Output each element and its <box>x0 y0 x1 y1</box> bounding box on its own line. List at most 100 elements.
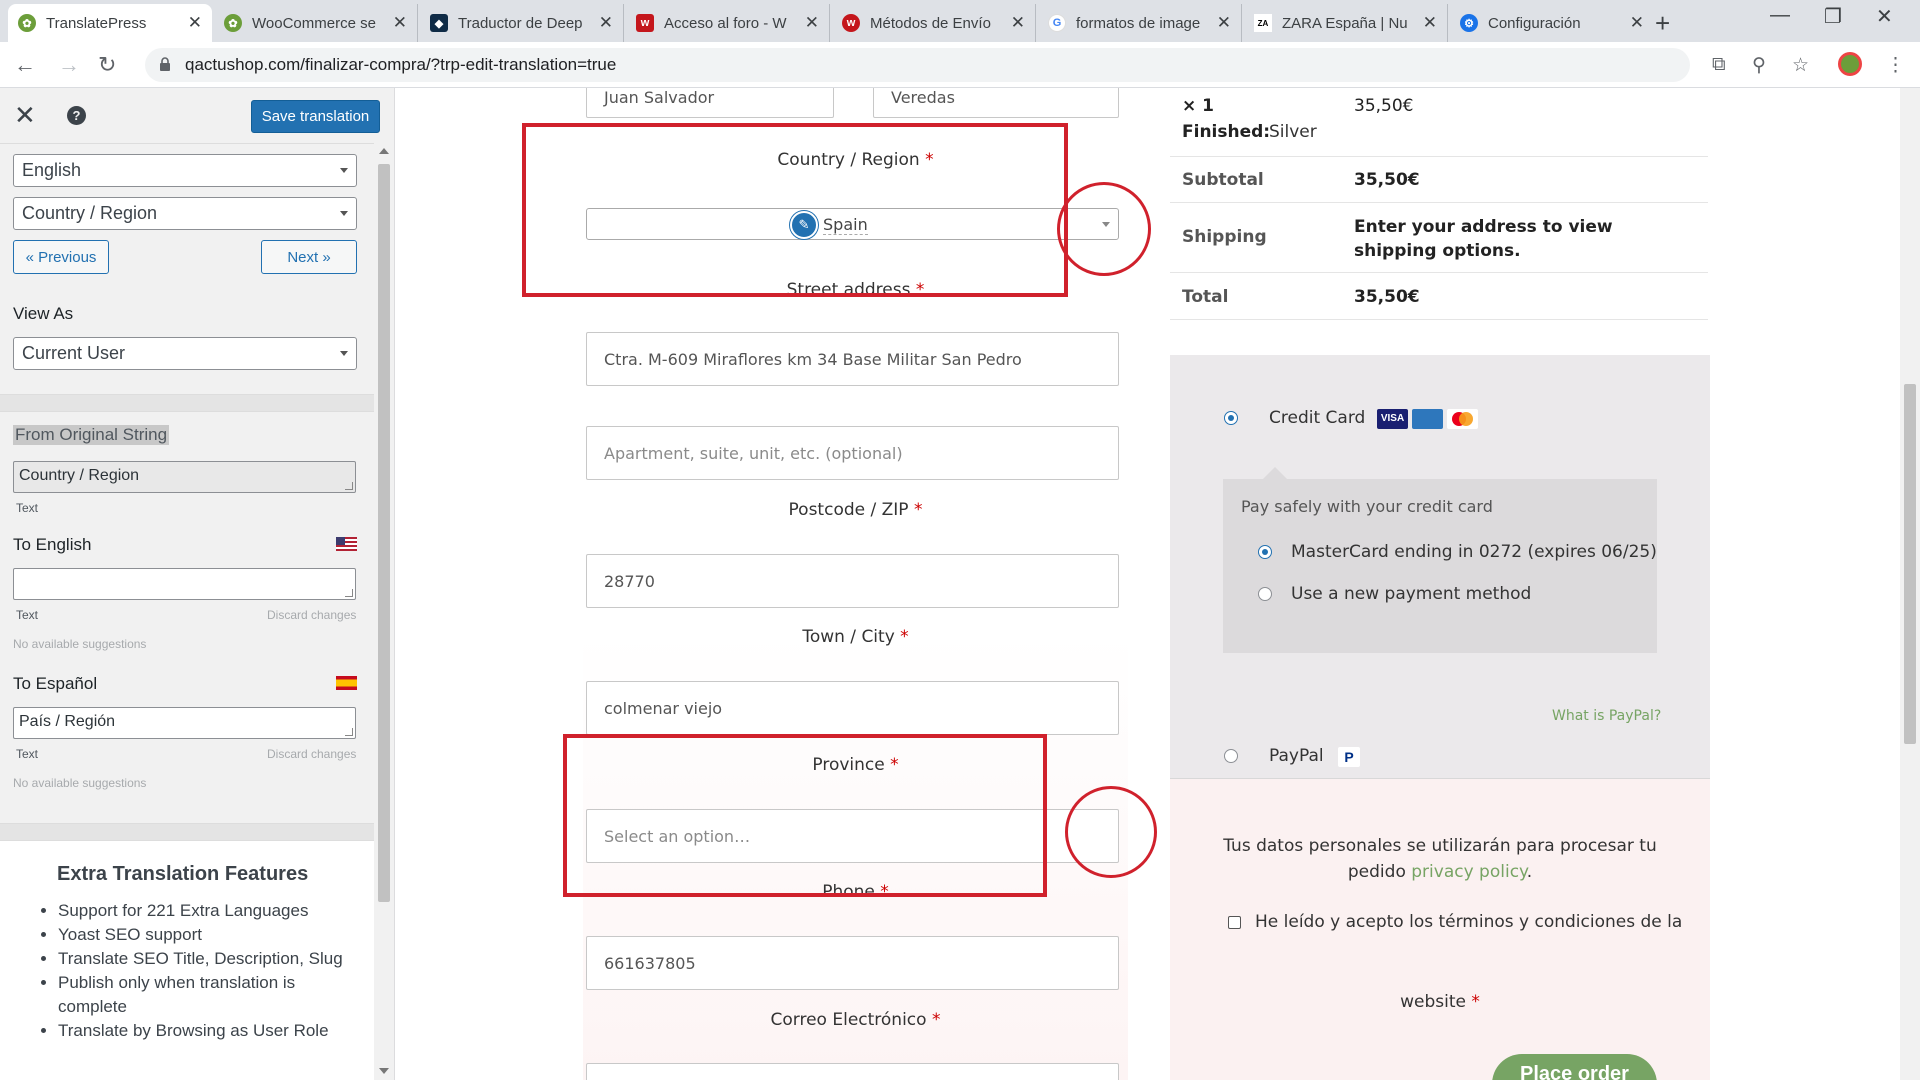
chevron-down-icon <box>340 211 348 216</box>
highlight-circle-country <box>1057 182 1151 276</box>
privacy-text: Tus datos personales se utilizarán para … <box>1223 836 1657 882</box>
terms-text: He leído y acepto los términos y condici… <box>1255 912 1683 932</box>
order-summary: × 1 Finished: Silver 35,50€ Subtotal 35,… <box>1170 88 1708 320</box>
w-icon: w <box>842 14 860 32</box>
tab-title: TranslatePress <box>46 14 147 32</box>
postcode-label-text: Postcode / ZIP <box>788 500 909 520</box>
close-icon[interactable]: ✕ <box>1630 13 1644 33</box>
scroll-up-icon[interactable] <box>379 148 389 154</box>
street-address-input[interactable]: Ctra. M-609 Miraflores km 34 Base Milita… <box>586 332 1119 386</box>
sidebar-scroll-thumb[interactable] <box>378 164 390 902</box>
close-icon[interactable]: ✕ <box>805 13 819 33</box>
pay-safely-text: Pay safely with your credit card <box>1241 497 1493 516</box>
tab-deepl[interactable]: ◆ Traductor de Deep ✕ <box>420 4 624 42</box>
zara-icon: ZA <box>1254 14 1272 32</box>
first-name-input[interactable]: Juan Salvador <box>586 88 834 118</box>
shipping-row: Shipping Enter your address to view ship… <box>1170 202 1708 272</box>
close-editor-icon[interactable]: ✕ <box>14 100 36 131</box>
menu-icon[interactable]: ⋮ <box>1886 54 1905 77</box>
saved-card-radio[interactable] <box>1258 545 1272 559</box>
postcode-input[interactable]: 28770 <box>586 554 1119 608</box>
resize-grip-icon[interactable] <box>345 728 353 736</box>
new-method-radio[interactable] <box>1258 587 1272 601</box>
window-close-icon[interactable]: ✕ <box>1876 4 1893 29</box>
tab-title: formatos de image <box>1076 14 1201 32</box>
close-icon[interactable]: ✕ <box>1423 13 1437 33</box>
new-tab-icon[interactable]: + <box>1655 8 1670 39</box>
tab-google[interactable]: G formatos de image ✕ <box>1038 4 1242 42</box>
page-scrollbar[interactable] <box>1900 88 1920 1080</box>
page-scroll-thumb[interactable] <box>1904 384 1916 744</box>
help-icon[interactable]: ? <box>67 106 86 125</box>
zoom-icon[interactable]: ⚲ <box>1752 54 1766 77</box>
minimize-icon[interactable]: — <box>1770 4 1790 27</box>
star-icon[interactable]: ☆ <box>1792 54 1809 77</box>
checkout-page: Juan Salvador Veredas Country / Region *… <box>395 88 1900 1080</box>
english-discard-link[interactable]: Discard changes <box>267 608 356 622</box>
subtotal-value: 35,50€ <box>1354 170 1420 190</box>
close-icon[interactable]: ✕ <box>599 13 613 33</box>
english-translation-field[interactable] <box>13 568 356 600</box>
resize-grip-icon[interactable] <box>345 589 353 597</box>
tab-configuracion[interactable]: ⚙ Configuración ✕ <box>1450 4 1654 42</box>
tab-metodos-envio[interactable]: w Métodos de Envío ✕ <box>832 4 1036 42</box>
string-select[interactable]: Country / Region <box>13 197 357 230</box>
translate-icon[interactable]: ⧉ <box>1712 54 1726 76</box>
tab-foro[interactable]: w Acceso al foro - W ✕ <box>626 4 830 42</box>
amex-icon <box>1412 409 1443 429</box>
scroll-down-icon[interactable] <box>379 1068 389 1074</box>
paypal-radio[interactable] <box>1224 749 1238 763</box>
close-icon[interactable]: ✕ <box>393 13 407 33</box>
list-item: Translate by Browsing as User Role <box>58 1019 360 1043</box>
finished-value: Silver <box>1269 122 1317 142</box>
phone-input[interactable]: 661637805 <box>586 936 1119 990</box>
next-button[interactable]: Next » <box>261 240 357 274</box>
language-select[interactable]: English <box>13 154 357 187</box>
view-as-select[interactable]: Current User <box>13 337 357 370</box>
english-suggestions: No available suggestions <box>13 637 147 651</box>
espanol-translation-field[interactable]: País / Región <box>13 707 356 739</box>
espanol-discard-link[interactable]: Discard changes <box>267 747 356 761</box>
credit-card-radio[interactable] <box>1224 411 1238 425</box>
original-string-field: Country / Region <box>13 461 356 493</box>
sidebar-scrollbar[interactable] <box>374 142 394 1080</box>
tab-zara[interactable]: ZA ZARA España | Nu ✕ <box>1244 4 1448 42</box>
to-espanol-label: To Español <box>13 674 98 693</box>
terms-checkbox[interactable] <box>1228 916 1241 929</box>
product-price: 35,50€ <box>1354 96 1414 116</box>
close-icon[interactable]: ✕ <box>188 13 202 33</box>
last-name-input[interactable]: Veredas <box>873 88 1119 118</box>
tab-translatepress[interactable]: ✿ TranslatePress ✕ <box>8 4 212 42</box>
list-item: Support for 221 Extra Languages <box>58 899 360 923</box>
place-order-button[interactable]: Place order <box>1492 1054 1657 1080</box>
previous-button[interactable]: « Previous <box>13 240 109 274</box>
total-value: 35,50€ <box>1354 287 1420 307</box>
extra-features-panel: Extra Translation Features Support for 2… <box>0 841 374 1080</box>
tab-woocommerce[interactable]: ✿ WooCommerce se ✕ <box>214 4 418 42</box>
espanol-suggestions: No available suggestions <box>13 776 147 790</box>
extension-icon[interactable] <box>1838 52 1862 76</box>
url-bar[interactable]: qactushop.com/finalizar-compra/?trp-edit… <box>145 48 1690 82</box>
reload-icon[interactable]: ↻ <box>98 52 116 78</box>
back-arrow-icon[interactable]: ← <box>14 52 36 78</box>
apartment-input[interactable]: Apartment, suite, unit, etc. (optional) <box>586 426 1119 480</box>
city-label: Town / City * <box>583 627 1128 647</box>
forward-arrow-icon[interactable]: → <box>58 52 80 78</box>
highlight-circle-province <box>1065 786 1157 878</box>
credit-card-details: Pay safely with your credit card MasterC… <box>1223 467 1657 653</box>
resize-grip-icon[interactable] <box>345 482 353 490</box>
tab-title: Métodos de Envío <box>870 14 991 32</box>
deepl-icon: ◆ <box>430 14 448 32</box>
privacy-policy-link[interactable]: privacy policy <box>1411 862 1526 882</box>
what-is-paypal-link[interactable]: What is PayPal? <box>1552 708 1661 724</box>
close-icon[interactable]: ✕ <box>1011 13 1025 33</box>
original-type: Text <box>16 501 39 515</box>
save-translation-button[interactable]: Save translation <box>251 100 380 133</box>
email-input[interactable] <box>586 1063 1119 1080</box>
close-icon[interactable]: ✕ <box>1217 13 1231 33</box>
city-input[interactable]: colmenar viejo <box>586 681 1119 735</box>
lock-icon <box>160 57 170 71</box>
string-value: Country / Region <box>22 203 158 223</box>
chevron-down-icon <box>340 351 348 356</box>
maximize-icon[interactable]: ❐ <box>1824 4 1842 29</box>
